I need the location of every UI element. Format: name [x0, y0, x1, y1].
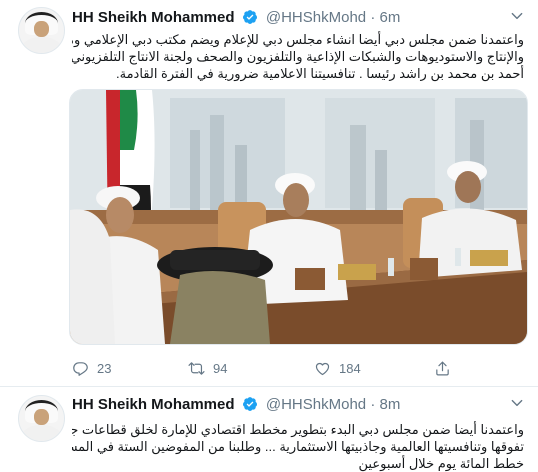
tweet-text: واعتمدنا أيضا ضمن مجلس دبي البدء بتطوير … — [72, 421, 524, 472]
avatar-robe — [23, 37, 60, 53]
separator-dot: · — [370, 9, 376, 26]
tweet-header: HH Sheikh Mohammed @HHShkMohd · 6m — [72, 9, 400, 29]
reply-count: 23 — [97, 360, 112, 376]
heart-icon — [315, 362, 330, 375]
tweet-photo[interactable] — [69, 89, 528, 345]
chevron-down-icon[interactable] — [510, 9, 524, 23]
retweet-count: 94 — [213, 360, 228, 376]
meeting-photo-illustration — [70, 90, 527, 344]
avatar[interactable] — [18, 395, 65, 442]
tweet-text-line: خطط المائة يوم خلال أسبوعين — [358, 456, 524, 471]
tweet-text-line: أحمد بن محمد بن راشد رئيسا . تنافسيتنا ا… — [116, 66, 524, 81]
tweet[interactable]: HH Sheikh Mohammed @HHShkMohd · 6m واعتم… — [0, 0, 538, 387]
author-handle[interactable]: @HHShkMohd — [266, 396, 366, 413]
author-name[interactable]: HH Sheikh Mohammed — [72, 9, 235, 26]
avatar-face — [34, 409, 49, 425]
author-name[interactable]: HH Sheikh Mohammed — [72, 396, 235, 413]
reply-icon — [73, 361, 88, 376]
tweet-header: HH Sheikh Mohammed @HHShkMohd · 8m — [72, 396, 400, 416]
separator-dot: · — [370, 396, 376, 413]
tweet-text: واعتمدنا ضمن مجلس دبي أيضا انشاء مجلس دب… — [72, 31, 524, 82]
chevron-down-icon[interactable] — [510, 396, 524, 410]
tweet-actions: 23 94 184 — [72, 358, 512, 378]
tweet-text-line: تفوقها وتنافسيتها العالمية وجاذبيتها الا… — [72, 439, 524, 454]
share-button[interactable] — [434, 358, 459, 378]
author-handle[interactable]: @HHShkMohd — [266, 9, 366, 26]
tweet-timestamp[interactable]: 8m — [379, 396, 400, 413]
tweet-text-line: واعتمدنا أيضا ضمن مجلس دبي البدء بتطوير … — [72, 422, 524, 437]
verified-badge-icon — [242, 9, 258, 29]
tweet-text-line: واعتمدنا ضمن مجلس دبي أيضا انشاء مجلس دب… — [72, 32, 524, 47]
tweet-timestamp[interactable]: 6m — [379, 9, 400, 26]
tweet-text-line: والإنتاج والاستوديوهات والشبكات الإذاعية… — [72, 49, 524, 64]
avatar-face — [34, 21, 49, 37]
avatar[interactable] — [18, 7, 65, 54]
like-button[interactable]: 184 — [314, 358, 361, 378]
share-icon — [436, 361, 449, 375]
verified-badge-icon — [242, 396, 258, 416]
reply-button[interactable]: 23 — [72, 358, 111, 378]
retweet-button[interactable]: 94 — [188, 358, 227, 378]
tweet[interactable]: HH Sheikh Mohammed @HHShkMohd · 8m واعتم… — [0, 387, 538, 472]
avatar-robe — [23, 425, 60, 441]
like-count: 184 — [339, 360, 361, 376]
retweet-icon — [188, 361, 205, 375]
